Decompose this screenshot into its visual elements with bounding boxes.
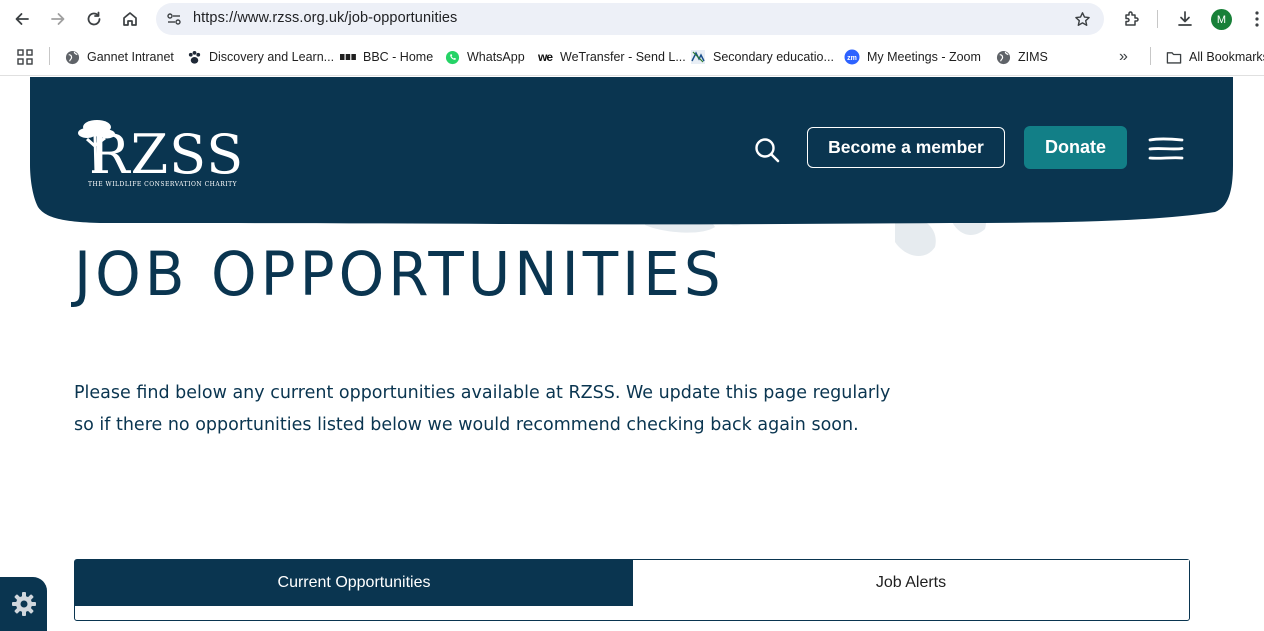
bookmarks-bar: Gannet Intranet Discovery and Learn... B…	[0, 38, 1264, 76]
cookie-settings-button[interactable]	[0, 577, 47, 631]
tab-job-alerts[interactable]: Job Alerts	[633, 560, 1189, 606]
bbc-icon	[340, 49, 356, 65]
bookmark-whatsapp[interactable]: WhatsApp	[444, 47, 525, 67]
opportunities-tabs: Current Opportunities Job Alerts	[74, 559, 1190, 621]
bookmark-star-icon[interactable]	[1072, 9, 1092, 29]
bookmark-wetransfer[interactable]: we WeTransfer - Send L...	[537, 47, 686, 67]
folder-icon	[1166, 49, 1182, 65]
school-icon	[690, 49, 706, 65]
paw-icon	[186, 49, 202, 65]
svg-text:RZSS: RZSS	[89, 123, 244, 186]
tab-current-opportunities[interactable]: Current Opportunities	[75, 560, 633, 606]
all-bookmarks-folder[interactable]: All Bookmarks	[1166, 47, 1264, 67]
reload-icon[interactable]	[81, 6, 107, 32]
donate-button[interactable]: Donate	[1024, 126, 1127, 169]
download-icon[interactable]	[1172, 6, 1198, 32]
address-bar[interactable]: https://www.rzss.org.uk/job-opportunitie…	[156, 3, 1104, 35]
apps-grid-icon[interactable]	[17, 47, 33, 67]
zoom-icon: zm	[844, 49, 860, 65]
bookmarks-overflow-chevron-icon[interactable]: »	[1119, 47, 1128, 67]
toolbar-divider	[1157, 10, 1158, 28]
logo-tagline: THE WILDLIFE CONSERVATION CHARITY	[88, 181, 238, 188]
svg-text:zm: zm	[847, 55, 857, 62]
intro-paragraph: Please find below any current opportunit…	[74, 383, 891, 435]
gear-icon	[11, 592, 36, 616]
bookmark-discovery-learning[interactable]: Discovery and Learn...	[186, 47, 334, 67]
globe-icon	[64, 49, 80, 65]
page-title: JOB OPPORTUNITIES	[74, 238, 725, 310]
hamburger-menu-icon[interactable]	[1146, 135, 1186, 163]
search-icon[interactable]	[752, 135, 782, 165]
bookmark-zims[interactable]: ZIMS	[995, 47, 1048, 67]
kebab-menu-icon[interactable]	[1244, 6, 1264, 32]
become-member-button[interactable]: Become a member	[807, 127, 1005, 168]
extensions-icon[interactable]	[1119, 6, 1145, 32]
bookmark-gannet-intranet[interactable]: Gannet Intranet	[64, 47, 174, 67]
bookmark-bbc-home[interactable]: BBC - Home	[340, 47, 433, 67]
back-icon[interactable]	[9, 6, 35, 32]
wetransfer-icon: we	[537, 50, 553, 64]
bookmark-secondary-education[interactable]: Secondary educatio...	[690, 47, 834, 67]
page-content: RZSS THE WILDLIFE CONSERVATION CHARITY B…	[0, 77, 1264, 631]
bookmarks-divider	[1150, 47, 1151, 65]
bookmarks-divider	[49, 47, 50, 65]
browser-toolbar: https://www.rzss.org.uk/job-opportunitie…	[0, 0, 1264, 38]
url-text[interactable]: https://www.rzss.org.uk/job-opportunitie…	[193, 10, 457, 26]
forward-icon[interactable]	[45, 6, 71, 32]
site-info-icon[interactable]	[164, 9, 184, 29]
bookmark-zoom-meetings[interactable]: zm My Meetings - Zoom	[844, 47, 981, 67]
profile-avatar[interactable]: M	[1211, 9, 1232, 30]
home-icon[interactable]	[117, 6, 143, 32]
whatsapp-icon	[444, 49, 460, 65]
globe-icon	[995, 49, 1011, 65]
rzss-logo[interactable]: RZSS THE WILDLIFE CONSERVATION CHARITY	[75, 117, 255, 193]
